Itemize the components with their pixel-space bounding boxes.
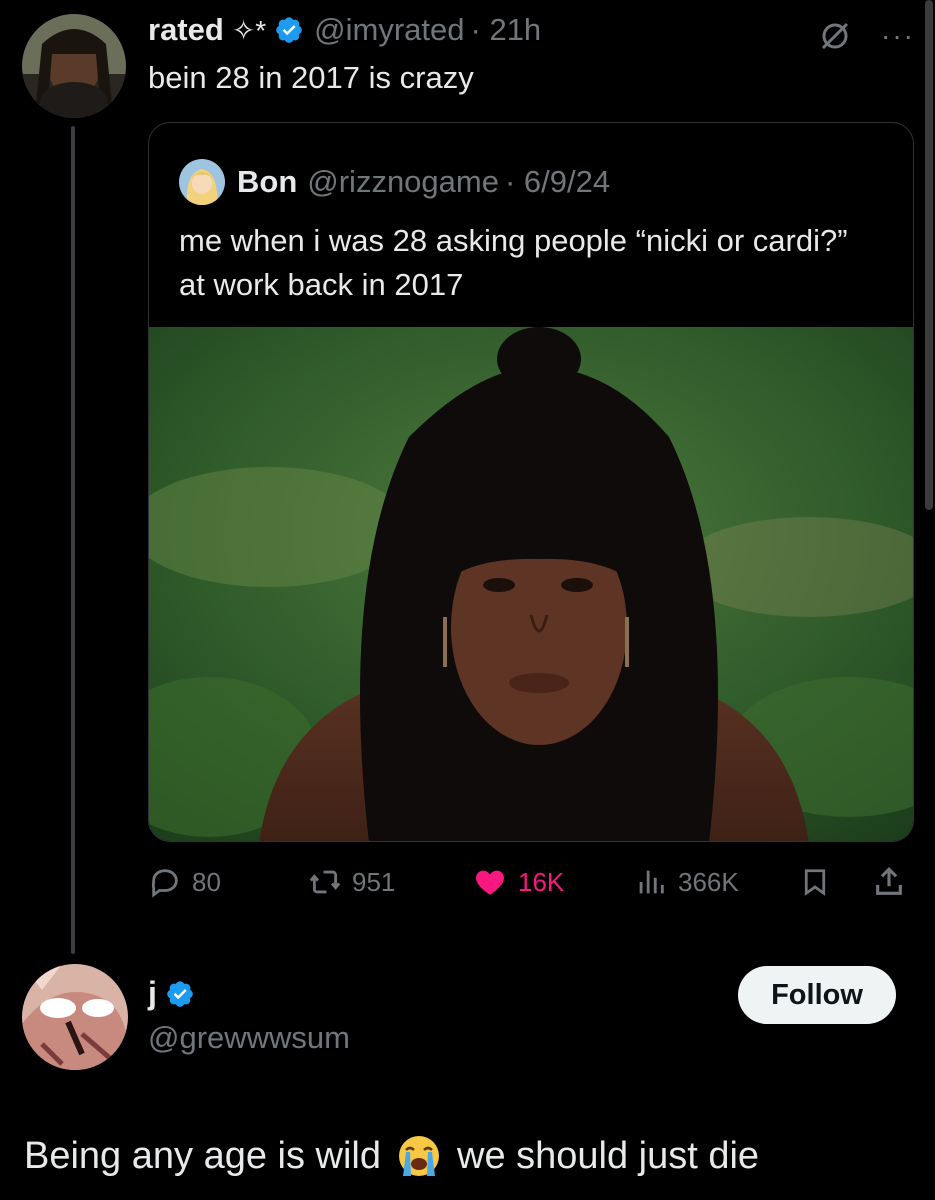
like-button[interactable]: 16K — [472, 862, 564, 902]
verified-badge-icon — [274, 15, 304, 45]
tweet-time[interactable]: · 21h — [471, 12, 542, 48]
author-name-suffix: ✧* — [231, 14, 267, 46]
views-icon — [639, 870, 664, 894]
reply-author-handle[interactable]: @grewwwsum — [148, 1020, 350, 1056]
tweet-text: bein 28 in 2017 is crazy — [148, 60, 474, 95]
tweet-top-actions: ··· — [817, 18, 915, 54]
quoted-author-handle: @rizznogame — [307, 164, 499, 199]
follow-button[interactable]: Follow — [738, 966, 896, 1024]
quoted-media-image[interactable] — [149, 327, 913, 841]
thread-connector-line — [71, 126, 75, 954]
reply-text-end: we should just die — [457, 1134, 760, 1177]
like-count: 16K — [518, 866, 565, 897]
quoted-tweet[interactable]: Bon @rizznogame · 6/9/24 me when i was 2… — [148, 122, 914, 842]
views-count: 366K — [678, 866, 739, 897]
reply-text: Being any age is wild we should just die — [24, 1134, 759, 1178]
scrollbar[interactable] — [925, 0, 933, 510]
views-button[interactable]: 366K — [634, 862, 739, 902]
verified-badge-icon — [165, 979, 195, 1009]
quoted-tweet-text: me when i was 28 asking people “nicki or… — [179, 223, 848, 302]
loudly-crying-emoji-icon — [397, 1134, 441, 1178]
share-button[interactable] — [872, 862, 906, 902]
author-handle[interactable]: @imyrated — [314, 12, 464, 48]
heart-icon — [476, 870, 504, 895]
reply-button[interactable]: 80 — [148, 862, 221, 902]
share-icon — [876, 867, 902, 895]
more-icon[interactable]: ··· — [881, 22, 915, 50]
repost-button[interactable]: 951 — [308, 862, 395, 902]
quoted-date: · 6/9/24 — [504, 164, 611, 199]
reply-icon — [151, 869, 178, 898]
grok-icon[interactable] — [817, 18, 853, 54]
tweet-action-bar: 80 951 16K 366K — [148, 862, 918, 902]
reply-author-name[interactable]: j — [148, 975, 157, 1012]
avatar[interactable] — [22, 14, 126, 118]
repost-count: 951 — [352, 866, 396, 897]
reply-avatar[interactable] — [22, 964, 128, 1070]
author-name[interactable]: rated — [148, 12, 224, 48]
quoted-tweet-header: Bon @rizznogame · 6/9/24 — [179, 159, 610, 205]
reply-author-row: j — [148, 975, 195, 1012]
quoted-avatar — [179, 159, 225, 205]
reply-text-start: Being any age is wild — [24, 1134, 381, 1177]
quoted-author-name: Bon — [237, 164, 298, 199]
repost-icon — [309, 870, 341, 894]
tweet-header: rated ✧* @imyrated · 21h — [148, 12, 541, 48]
reply-count: 80 — [192, 866, 221, 897]
bookmark-button[interactable] — [800, 862, 830, 902]
bookmark-icon — [804, 869, 826, 896]
